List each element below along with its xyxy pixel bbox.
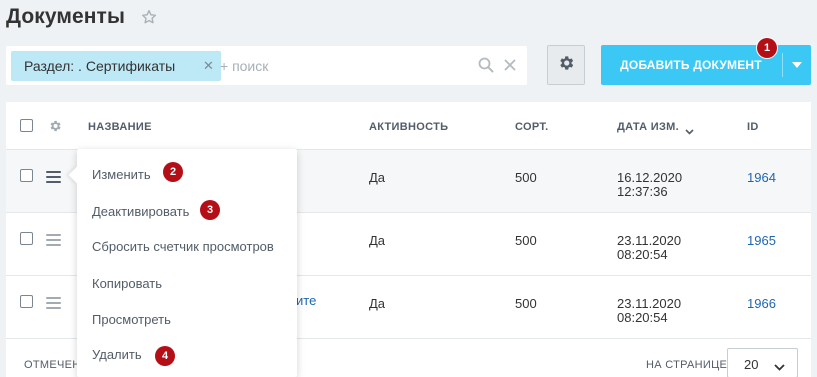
cell-active: Да <box>369 233 386 248</box>
filter-search-bar[interactable]: Раздел: . Сертификаты ✕ <box>6 46 527 85</box>
cell-date: 16.12.2020 12:37:36 <box>617 171 682 199</box>
cell-name-link[interactable]: ите <box>296 293 316 308</box>
gear-icon <box>557 54 575 77</box>
menu-item-view[interactable]: Просмотреть <box>92 312 171 327</box>
step-badge-1: 1 <box>757 38 777 58</box>
gear-icon[interactable] <box>48 119 62 138</box>
search-icon[interactable] <box>478 57 494 73</box>
cell-date: 23.11.2020 08:20:54 <box>617 234 681 262</box>
cell-sort: 500 <box>515 170 537 185</box>
cell-sort: 500 <box>515 296 537 311</box>
cell-id-link[interactable]: 1964 <box>747 171 776 185</box>
column-header-id[interactable]: ID <box>747 121 759 133</box>
chevron-down-icon[interactable] <box>783 45 811 85</box>
close-icon[interactable]: ✕ <box>203 59 215 73</box>
menu-icon[interactable] <box>46 234 61 246</box>
filter-tag[interactable]: Раздел: . Сертификаты ✕ <box>11 51 221 81</box>
step-badge-4: 4 <box>155 346 175 366</box>
chevron-down-icon <box>774 359 785 374</box>
per-page-select[interactable]: 20 <box>727 348 798 377</box>
cell-active: Да <box>369 170 386 185</box>
step-badge-3: 3 <box>200 200 220 220</box>
add-document-button[interactable]: ДОБАВИТЬ ДОКУМЕНТ <box>601 45 811 85</box>
page-title: Документы <box>6 5 125 28</box>
menu-item-copy[interactable]: Копировать <box>92 276 162 291</box>
page-header: Документы <box>6 4 159 30</box>
row-checkbox[interactable] <box>20 169 33 182</box>
menu-item-edit[interactable]: Изменить <box>92 167 151 182</box>
chevron-down-icon <box>685 122 694 140</box>
selected-count-label: ОТМЕЧЕН <box>24 359 81 371</box>
cell-date: 23.11.2020 08:20:54 <box>617 297 681 325</box>
add-document-label: ДОБАВИТЬ ДОКУМЕНТ <box>620 58 762 72</box>
per-page-value: 20 <box>744 357 759 372</box>
cell-date-day: 23.11.2020 <box>617 233 682 248</box>
settings-button[interactable] <box>547 45 585 85</box>
cell-id-link[interactable]: 1966 <box>747 297 776 311</box>
column-header-name[interactable]: НАЗВАНИЕ <box>88 121 152 133</box>
row-checkbox[interactable] <box>20 295 33 308</box>
row-context-menu: Изменить Деактивировать Сбросить счетчик… <box>68 149 297 377</box>
cell-date-day: 16.12.2020 <box>617 170 683 185</box>
table-header: НАЗВАНИЕ АКТИВНОСТЬ СОРТ. ДАТА ИЗМ. ID <box>6 102 811 150</box>
menu-item-delete[interactable]: Удалить <box>92 347 142 362</box>
per-page-label: НА СТРАНИЦЕ: <box>646 359 731 371</box>
clear-icon[interactable] <box>503 58 517 72</box>
menu-item-deactivate[interactable]: Деактивировать <box>92 204 189 219</box>
menu-icon[interactable] <box>46 171 61 183</box>
menu-item-reset-views[interactable]: Сбросить счетчик просмотров <box>92 239 274 254</box>
row-checkbox[interactable] <box>20 232 33 245</box>
step-badge-2: 2 <box>163 162 183 182</box>
cell-date-time: 08:20:54 <box>617 310 668 325</box>
cell-date-time: 08:20:54 <box>617 247 668 262</box>
cell-sort: 500 <box>515 233 537 248</box>
cell-date-day: 23.11.2020 <box>617 296 682 311</box>
select-all-checkbox[interactable] <box>20 119 33 132</box>
search-input[interactable] <box>220 55 460 77</box>
column-header-date[interactable]: ДАТА ИЗМ. <box>617 121 679 133</box>
column-header-sort[interactable]: СОРТ. <box>515 121 548 133</box>
star-icon[interactable] <box>141 8 159 26</box>
column-header-active[interactable]: АКТИВНОСТЬ <box>369 121 448 133</box>
cell-active: Да <box>369 296 386 311</box>
cell-id-link[interactable]: 1965 <box>747 234 776 248</box>
cell-date-time: 12:37:36 <box>617 184 668 199</box>
menu-icon[interactable] <box>46 297 61 309</box>
filter-tag-label: Раздел: . Сертификаты <box>24 58 176 74</box>
